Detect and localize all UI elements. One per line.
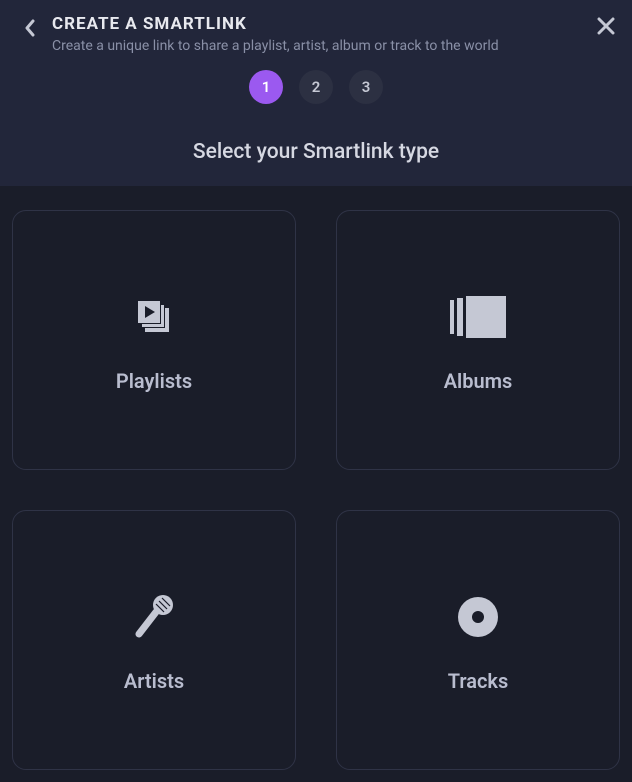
album-icon [448, 287, 508, 347]
header: CREATE A SMARTLINK Create a unique link … [0, 0, 632, 122]
step-2[interactable]: 2 [299, 70, 333, 104]
card-tracks[interactable]: Tracks [336, 510, 620, 770]
card-label: Albums [444, 369, 513, 393]
close-icon [597, 17, 615, 35]
type-grid: Playlists Albums Artists [0, 186, 632, 782]
step-1[interactable]: 1 [249, 70, 283, 104]
section-title: Select your Smartlink type [0, 122, 632, 186]
card-label: Artists [124, 669, 184, 693]
card-label: Playlists [116, 369, 192, 393]
card-playlists[interactable]: Playlists [12, 210, 296, 470]
card-artists[interactable]: Artists [12, 510, 296, 770]
disc-icon [448, 587, 508, 647]
chevron-left-icon [24, 19, 36, 37]
microphone-icon [124, 587, 184, 647]
card-label: Tracks [448, 669, 508, 693]
page-title: CREATE A SMARTLINK [52, 14, 499, 34]
back-button[interactable] [18, 16, 42, 40]
step-3[interactable]: 3 [349, 70, 383, 104]
close-button[interactable] [594, 14, 618, 38]
step-indicator: 1 2 3 [18, 70, 614, 104]
playlist-icon [124, 287, 184, 347]
card-albums[interactable]: Albums [336, 210, 620, 470]
page-subtitle: Create a unique link to share a playlist… [52, 38, 499, 54]
